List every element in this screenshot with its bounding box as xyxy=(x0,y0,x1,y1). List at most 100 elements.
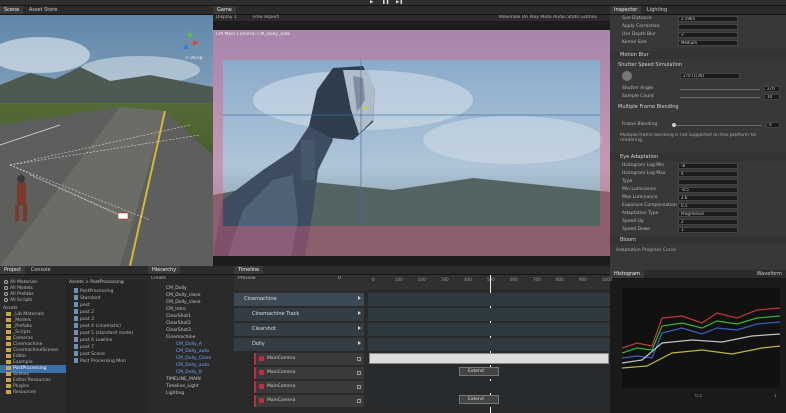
shot-track[interactable]: MainCamera xyxy=(254,381,364,393)
chevron-right-icon[interactable] xyxy=(358,296,361,300)
folder-item[interactable]: Resources xyxy=(0,389,66,397)
timeline-ruler[interactable]: 01002003004005006007008009001000 xyxy=(368,275,613,289)
tab-game[interactable]: Game xyxy=(213,6,236,14)
motion-blur-header[interactable]: Motion Blur xyxy=(610,51,786,59)
inspector-row-field[interactable] xyxy=(678,179,738,185)
timeline-track[interactable]: Clearshot xyxy=(234,323,364,336)
track-lane[interactable] xyxy=(368,308,610,321)
timeline-clip[interactable] xyxy=(369,353,609,364)
bloom-header[interactable]: Bloom xyxy=(610,236,786,244)
inspector-row-field[interactable]: Medium xyxy=(678,40,738,46)
tab-project[interactable]: Project xyxy=(0,266,26,274)
histogram-panel: Histogram Waveform 0.5 1 xyxy=(610,270,786,413)
inspector-row-value: -0.5 xyxy=(681,187,689,192)
track-lane[interactable] xyxy=(368,293,610,306)
ruler-tick: 600 xyxy=(510,277,518,282)
shutter-speed-header-label: Shutter Speed Simulation xyxy=(618,62,683,68)
inspector-row-field[interactable]: 1 xyxy=(678,227,738,233)
timeline-track[interactable]: Cinemachine Track xyxy=(234,308,364,321)
frame-blend-note-text: Multiple frame blending is not supported… xyxy=(620,133,757,143)
shot-track[interactable]: MainCamera xyxy=(254,353,364,365)
inspector-row-field[interactable]: 270 xyxy=(764,86,780,92)
inspector-row-field[interactable]: 10 xyxy=(764,94,780,100)
shutter-angle-field[interactable]: 270 (1/30) xyxy=(680,73,740,79)
track-lane[interactable] xyxy=(368,338,610,351)
tab-asset-store[interactable]: Asset Store xyxy=(25,6,61,14)
tab-console[interactable]: Console xyxy=(27,266,55,274)
folder-label: Resources xyxy=(13,390,36,395)
game-panel: Game Display 1 Free Aspect Maximize On P… xyxy=(213,6,610,266)
inspector-row-field[interactable] xyxy=(678,24,738,30)
tab-histogram[interactable]: Histogram xyxy=(610,270,644,278)
shot-track[interactable]: MainCamera xyxy=(254,367,364,379)
file-label: post 7 xyxy=(80,345,95,350)
lock-icon[interactable] xyxy=(357,399,361,403)
ruler-tick: 1000 xyxy=(602,277,613,282)
inspector-row-slider[interactable] xyxy=(680,89,760,90)
inspector-row-field[interactable]: ✔ xyxy=(678,32,738,38)
game-viewport[interactable] xyxy=(213,30,610,256)
favorite-item[interactable]: All Scripts xyxy=(0,297,66,305)
chevron-right-icon[interactable] xyxy=(358,341,361,345)
timeline-tracks: Cinemachine Cinemachine Track Clearshot Dol… xyxy=(234,293,610,413)
track-lane[interactable] xyxy=(368,381,610,393)
inspector-row-value: -8 xyxy=(681,163,685,168)
step-button[interactable]: ▶❚ xyxy=(396,0,403,5)
frame-blending-knob[interactable] xyxy=(672,123,676,127)
frame-blend-header-label: Multiple Frame Blending xyxy=(618,104,679,110)
pause-button[interactable]: ❚❚ xyxy=(382,0,390,5)
inspector-row-label: Adaptation Type xyxy=(622,211,659,216)
scene-viewport[interactable] xyxy=(0,15,213,266)
track-name: Cinemachine Track xyxy=(252,311,300,317)
scene-persp-label[interactable]: < Persp xyxy=(185,56,203,61)
inspector-row-slider[interactable] xyxy=(680,97,760,98)
hierarchy-create-button[interactable]: Create xyxy=(151,276,166,281)
play-button[interactable]: ▶ xyxy=(370,0,373,5)
inspector-row-field[interactable]: -0.5 xyxy=(678,187,738,193)
timeline-frame-field[interactable]: 0 xyxy=(338,276,341,281)
ruler-tick: 900 xyxy=(579,277,587,282)
inspector-row-field[interactable]: -8 xyxy=(678,163,738,169)
track-lane[interactable] xyxy=(368,323,610,336)
timeline-tabbar: Timeline xyxy=(234,266,610,275)
game-toolbar-options[interactable]: Maximize On Play Mute Audio Stats Gizmos xyxy=(499,15,597,20)
tab-lighting[interactable]: Lighting xyxy=(643,6,671,14)
frame-blending-field[interactable]: 0 xyxy=(766,122,780,128)
file-item[interactable]: Post Processing Mon xyxy=(66,358,148,366)
ruler-tick: 800 xyxy=(556,277,564,282)
timeline-track[interactable]: Cinemachine xyxy=(234,293,364,306)
inspector-row-field[interactable]: 2.6 xyxy=(678,195,738,201)
hierarchy-item-label: ClearShot2 xyxy=(166,321,191,326)
tab-waveform[interactable]: Waveform xyxy=(753,270,786,278)
lock-icon[interactable] xyxy=(357,371,361,375)
hierarchy-item[interactable]: Lighting xyxy=(148,390,234,398)
aspect-dropdown[interactable]: Free Aspect xyxy=(253,15,279,20)
hierarchy-item-label: CM_Dolly_auto xyxy=(176,363,210,368)
timeline-track[interactable]: Dolly xyxy=(234,338,364,351)
clip-label: Extend xyxy=(468,397,484,402)
tab-inspector[interactable]: Inspector xyxy=(610,6,642,14)
inspector-row-field[interactable]: 2.5965 xyxy=(678,16,738,22)
lock-icon[interactable] xyxy=(357,357,361,361)
chevron-right-icon[interactable] xyxy=(358,326,361,330)
tab-scene[interactable]: Scene xyxy=(0,6,24,14)
ruler-tick: 200 xyxy=(418,277,426,282)
timeline-preview-button[interactable]: Preview xyxy=(238,276,256,281)
lock-icon[interactable] xyxy=(357,385,361,389)
inspector-row-value: 2 xyxy=(681,219,684,224)
frame-blending-slider[interactable] xyxy=(672,125,762,126)
timeline-clip-extend[interactable]: Extend xyxy=(459,395,499,404)
inspector-row-field[interactable]: 2 xyxy=(678,219,738,225)
timeline-clip-extend[interactable]: Extend xyxy=(459,367,499,376)
inspector-row-value: ✔ xyxy=(681,32,685,37)
eye-adaptation-header[interactable]: Eye Adaptation xyxy=(610,153,786,161)
asset-file-icon xyxy=(74,351,78,356)
shot-track[interactable]: MainCamera xyxy=(254,395,364,407)
tab-hierarchy[interactable]: Hierarchy xyxy=(148,266,181,274)
inspector-row-field[interactable]: 0.5 xyxy=(678,203,738,209)
display-dropdown[interactable]: Display 1 xyxy=(216,15,237,20)
inspector-row-field[interactable]: Progressive xyxy=(678,211,738,217)
chevron-right-icon[interactable] xyxy=(358,311,361,315)
tab-timeline[interactable]: Timeline xyxy=(234,266,264,274)
inspector-row-field[interactable]: 4 xyxy=(678,171,738,177)
